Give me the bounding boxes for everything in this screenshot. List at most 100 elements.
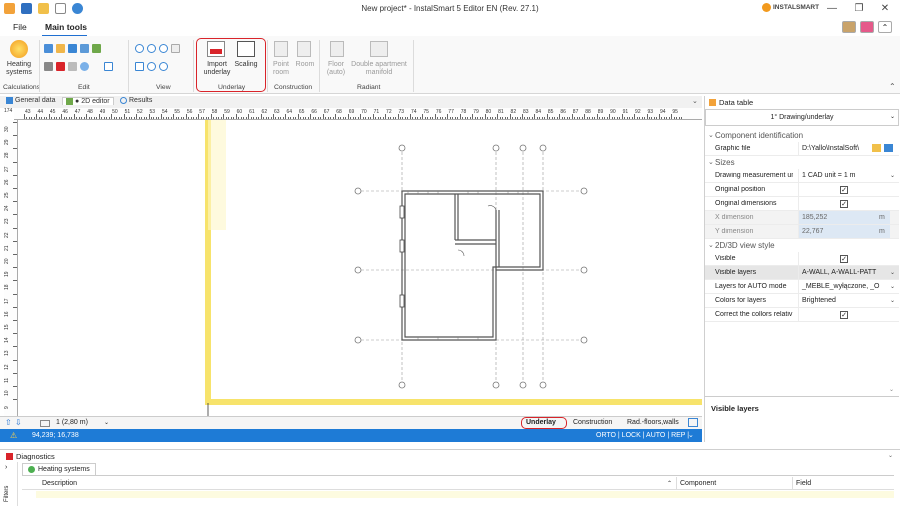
floor-dropdown-icon[interactable]: ⌄ bbox=[104, 419, 109, 426]
ribbon-collapse-icon[interactable]: ⌃ bbox=[889, 82, 896, 91]
dropdown-arrow-icon[interactable]: ⌄ bbox=[890, 172, 895, 179]
undo-small-icon[interactable] bbox=[68, 44, 77, 53]
delete-icon[interactable] bbox=[56, 62, 65, 71]
tab-general-data[interactable]: General data bbox=[6, 97, 55, 104]
cut-icon[interactable] bbox=[44, 62, 53, 71]
tab-heating-systems[interactable]: Heating systems bbox=[22, 463, 96, 475]
zoom-list-icon[interactable] bbox=[171, 44, 180, 53]
floor-selector[interactable]: 1 (2,80 m) bbox=[56, 419, 88, 426]
original-dimensions-checkbox[interactable]: ✓ bbox=[840, 200, 848, 208]
properties-icon[interactable] bbox=[80, 44, 89, 53]
measurement-unit-select[interactable]: 1 CAD unit = 1 m bbox=[798, 169, 890, 182]
point-room-icon[interactable] bbox=[274, 41, 288, 57]
double-manifold-icon[interactable] bbox=[370, 41, 388, 57]
copy-icon[interactable] bbox=[56, 44, 65, 53]
visible-checkbox[interactable]: ✓ bbox=[840, 255, 848, 263]
section-view-style[interactable]: ⌄ 2D/3D view style bbox=[705, 239, 899, 252]
redo-icon[interactable] bbox=[68, 62, 77, 71]
tabs-dropdown-icon[interactable]: ⌄ bbox=[692, 97, 698, 105]
layer-construction[interactable]: Construction bbox=[573, 419, 612, 426]
floor-down-icon[interactable]: ⇩ bbox=[15, 418, 22, 427]
layers-settings-icon[interactable] bbox=[688, 418, 698, 427]
colors-layers-select[interactable]: Brightened bbox=[798, 294, 890, 307]
reload-icon[interactable] bbox=[884, 144, 893, 152]
tab-results[interactable]: Results bbox=[120, 97, 152, 104]
modes-dropdown-icon[interactable]: ⌄ bbox=[688, 431, 694, 439]
expand-filters-icon[interactable]: › bbox=[5, 464, 7, 471]
zoom-extents-icon[interactable] bbox=[135, 62, 144, 71]
tab-main-tools[interactable]: Main tools bbox=[45, 22, 87, 32]
zoom-all-icon[interactable] bbox=[147, 62, 156, 71]
open-folder-icon[interactable] bbox=[872, 144, 881, 152]
floor-auto-icon[interactable] bbox=[330, 41, 344, 57]
room-button[interactable]: Room bbox=[292, 61, 318, 69]
room-icon[interactable] bbox=[297, 41, 311, 57]
ruler-tick bbox=[397, 114, 399, 119]
tab-file[interactable]: File bbox=[13, 22, 27, 32]
col-description[interactable]: Description bbox=[42, 480, 77, 487]
filters-label[interactable]: Filters bbox=[4, 486, 10, 502]
filters-sidebar[interactable]: › Filters bbox=[0, 462, 18, 506]
row-original-position[interactable]: Original position ✓ bbox=[705, 183, 899, 197]
database-icon[interactable] bbox=[842, 21, 856, 33]
zoom-previous-icon[interactable] bbox=[159, 62, 168, 71]
row-graphic-file[interactable]: Graphic file D:\Yallo\InstalSoft\ bbox=[705, 142, 899, 156]
chevron-down-icon: ⌄ bbox=[708, 159, 714, 166]
ruler-tick bbox=[395, 117, 396, 119]
zoom-window-icon[interactable] bbox=[159, 44, 168, 53]
correct-colors-checkbox[interactable]: ✓ bbox=[840, 311, 848, 319]
layer-underlay[interactable]: Underlay bbox=[526, 419, 556, 426]
dropdown-arrow-icon[interactable]: ⌄ bbox=[890, 283, 895, 290]
restore-button[interactable]: ❐ bbox=[852, 2, 866, 16]
selector-dropdown-icon[interactable]: ⌄ bbox=[890, 113, 895, 120]
paste-icon[interactable] bbox=[44, 44, 53, 53]
layer-radiant[interactable]: Rad.-floors,walls bbox=[627, 419, 679, 426]
point-room-button[interactable]: Point room bbox=[268, 61, 294, 77]
zoom-out-icon[interactable] bbox=[147, 44, 156, 53]
heating-systems-icon[interactable] bbox=[10, 40, 28, 58]
row-layers-auto[interactable]: Layers for AUTO mode _MEBLE_wyłączone, _… bbox=[705, 280, 899, 294]
minimize-button[interactable]: — bbox=[825, 2, 839, 16]
floor-up-icon[interactable]: ⇧ bbox=[5, 418, 12, 427]
sort-icon[interactable]: ⌃ bbox=[667, 480, 672, 487]
section-sizes[interactable]: ⌄ Sizes bbox=[705, 156, 899, 169]
double-manifold-button[interactable]: Double apartment manifold bbox=[348, 61, 410, 77]
floor-auto-button[interactable]: Floor (auto) bbox=[322, 61, 350, 77]
tab-2d-editor[interactable]: ● 2D editor bbox=[62, 97, 114, 105]
row-original-dimensions[interactable]: Original dimensions ✓ bbox=[705, 197, 899, 211]
drawing-modes[interactable]: ORTO | LOCK | AUTO | REP | bbox=[596, 432, 689, 439]
visible-layers-select[interactable]: A-WALL, A-WALL-PATT bbox=[798, 266, 890, 279]
scaling-button[interactable]: Scaling bbox=[232, 61, 260, 69]
x-dimension-value[interactable]: 185,252 bbox=[798, 211, 890, 224]
row-y-dimension[interactable]: Y dimension 22,767 m bbox=[705, 225, 899, 239]
col-field[interactable]: Field bbox=[796, 480, 811, 487]
section-component-identification[interactable]: ⌄ Component identification bbox=[705, 129, 899, 142]
import-underlay-button[interactable]: Import underlay bbox=[199, 61, 235, 77]
col-component[interactable]: Component bbox=[680, 480, 716, 487]
select-icon[interactable] bbox=[80, 62, 89, 71]
dropdown-arrow-icon[interactable]: ⌄ bbox=[890, 297, 895, 304]
row-visible-layers[interactable]: Visible layers A-WALL, A-WALL-PATT ⌄ bbox=[705, 266, 899, 280]
import-underlay-icon[interactable] bbox=[207, 41, 225, 57]
help-icon[interactable] bbox=[860, 21, 874, 33]
collapse-ribbon-icon[interactable]: ⌃ bbox=[878, 21, 892, 33]
row-correct-colors[interactable]: Correct the collors relativ ✓ bbox=[705, 308, 899, 322]
grid-edit-icon[interactable] bbox=[92, 44, 101, 53]
dropdown-arrow-icon[interactable]: ⌄ bbox=[890, 269, 895, 276]
scaling-icon[interactable] bbox=[237, 41, 255, 57]
drawing-canvas[interactable] bbox=[18, 120, 702, 416]
diagnostics-collapse-icon[interactable]: ⌄ bbox=[888, 452, 893, 459]
y-dimension-value[interactable]: 22,767 bbox=[798, 225, 890, 238]
close-button[interactable]: ✕ bbox=[878, 2, 892, 16]
text-icon[interactable] bbox=[104, 62, 113, 71]
row-colors-layers[interactable]: Colors for layers Brightened ⌄ bbox=[705, 294, 899, 308]
layers-auto-select[interactable]: _MEBLE_wyłączone, _O bbox=[798, 280, 890, 293]
heating-systems-button[interactable]: Heating systems bbox=[2, 61, 36, 77]
row-measurement-unit[interactable]: Drawing measurement un 1 CAD unit = 1 m … bbox=[705, 169, 899, 183]
object-selector[interactable]: 1° Drawing/underlay bbox=[705, 109, 899, 126]
scroll-down-icon[interactable]: ⌄ bbox=[889, 386, 894, 393]
row-x-dimension[interactable]: X dimension 185,252 m bbox=[705, 211, 899, 225]
zoom-in-icon[interactable] bbox=[135, 44, 144, 53]
original-position-checkbox[interactable]: ✓ bbox=[840, 186, 848, 194]
row-visible[interactable]: Visible ✓ bbox=[705, 252, 899, 266]
